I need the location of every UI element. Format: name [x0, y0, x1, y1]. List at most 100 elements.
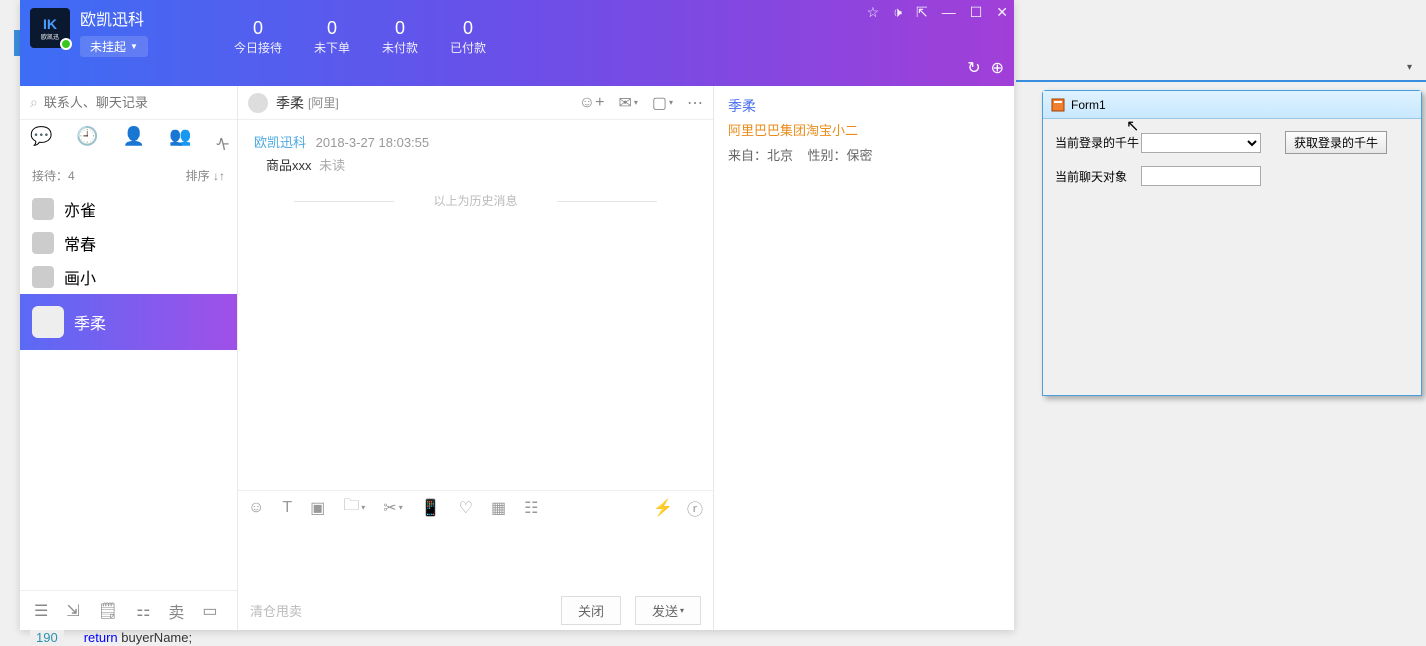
- scissors-icon[interactable]: ✂▾: [383, 498, 402, 518]
- message-content: 商品xxx 未读: [266, 155, 697, 174]
- maximize-icon[interactable]: ☐: [970, 4, 983, 21]
- folder-icon[interactable]: 🗀▾: [343, 494, 365, 521]
- label-current-login: 当前登录的千牛: [1055, 134, 1141, 151]
- avatar: [32, 306, 64, 338]
- sidebar-subrow: 接待：4 排序 ↓↑: [20, 163, 237, 192]
- search-row: ⌕: [20, 86, 237, 120]
- app-title: 欧凯迅科: [80, 6, 148, 30]
- info-meta: 来自：北京 性别：保密: [728, 145, 1000, 164]
- keyword: return: [84, 630, 118, 645]
- tab-chat-icon[interactable]: 💬: [30, 126, 52, 157]
- calc-icon[interactable]: ▦: [491, 498, 506, 518]
- sidebar-bottom-bar: ☰ ⇲ 🗒 ⚏ 卖 ▭: [20, 590, 237, 630]
- status-dropdown[interactable]: 未挂起 ▼: [80, 36, 148, 57]
- input-toolbar: ☺ T ▣ 🗀▾ ✂▾ 📱 ♡ ▦ ☷ ⚡ ⓡ: [238, 490, 713, 524]
- contact-name: 常春: [64, 231, 96, 255]
- status-label: 未挂起: [90, 38, 126, 55]
- message-time: 2018-3-27 18:03:55: [316, 135, 429, 150]
- tab-person-icon[interactable]: 👤: [123, 126, 145, 157]
- stat-noorder[interactable]: 0未下单: [314, 18, 350, 86]
- label-chat-target: 当前聊天对象: [1055, 168, 1141, 185]
- filter-tabs: 💬 🕘 👤 👥 ᠰ: [20, 120, 237, 163]
- close-button[interactable]: 关闭: [561, 596, 621, 625]
- heart-icon[interactable]: ♡: [459, 498, 473, 518]
- message-input-area: [238, 524, 713, 590]
- chat-app-window: IK欧凯迅 欧凯迅科 未挂起 ▼ 0今日接待 0未下单 0未付款 0已付款 ☆ …: [20, 0, 1014, 630]
- stat-paid[interactable]: 0已付款: [450, 18, 486, 86]
- volume-icon[interactable]: 🕩: [893, 4, 902, 21]
- tag-icon[interactable]: ⚏: [136, 601, 150, 621]
- search-icon: ⌕: [30, 94, 38, 111]
- stats-row: 0今日接待 0未下单 0未付款 0已付款: [218, 0, 502, 86]
- chat-contact-name: 季柔: [276, 93, 304, 113]
- chat-panel: 季柔 [阿里] ☺+ ✉▾ ▢▾ ⋯ 欧凯迅科 2018-3-27 18:03:…: [238, 86, 714, 630]
- get-login-button[interactable]: 获取登录的千牛: [1285, 131, 1387, 154]
- image-icon[interactable]: ▣: [310, 498, 325, 518]
- text-icon[interactable]: T: [282, 499, 292, 517]
- card-icon[interactable]: ☷: [524, 498, 538, 518]
- product-text: 商品xxx: [266, 158, 312, 173]
- minimize-icon[interactable]: —: [942, 4, 956, 21]
- form1-body: 当前登录的千牛 获取登录的千牛 当前聊天对象: [1043, 119, 1421, 210]
- line-number: 190: [30, 630, 64, 645]
- chat-contact-tag: [阿里]: [308, 94, 339, 111]
- mail-icon[interactable]: ✉▾: [618, 93, 637, 113]
- avatar: [32, 232, 54, 254]
- receiving-count: 接待：4: [32, 167, 75, 184]
- clipboard-icon[interactable]: 🗒: [98, 601, 118, 621]
- app-header: IK欧凯迅 欧凯迅科 未挂起 ▼ 0今日接待 0未下单 0未付款 0已付款 ☆ …: [20, 0, 1014, 86]
- send-button[interactable]: 发送▾: [635, 596, 701, 625]
- menu-icon[interactable]: ☰: [34, 601, 48, 621]
- chevron-down-icon: ▾: [680, 606, 684, 615]
- phone-icon[interactable]: 📱: [421, 498, 441, 518]
- window-icon[interactable]: ▭: [202, 601, 217, 621]
- contact-item-selected[interactable]: 季柔: [20, 294, 237, 350]
- contact-item[interactable]: 常春: [20, 226, 237, 260]
- robot-icon[interactable]: ⓡ: [687, 496, 703, 520]
- add-icon[interactable]: ⊕: [991, 58, 1004, 78]
- avatar: [32, 198, 54, 220]
- refresh-icon[interactable]: ↻: [967, 58, 980, 78]
- more-icon[interactable]: ⋯: [687, 93, 703, 113]
- code-editor-strip: 190 return buyerName;: [30, 630, 192, 645]
- contact-name: 亦雀: [64, 197, 96, 221]
- input-chat-target[interactable]: [1141, 166, 1261, 186]
- dropdown-triangle-icon[interactable]: ▾: [1407, 62, 1412, 73]
- avatar: [32, 266, 54, 288]
- chevron-down-icon: ▼: [130, 42, 138, 51]
- search-input[interactable]: [44, 95, 227, 110]
- title-block: 欧凯迅科 未挂起 ▼: [80, 0, 148, 86]
- contact-info-panel: 季柔 阿里巴巴集团淘宝小二 来自：北京 性别：保密: [714, 86, 1014, 630]
- close-icon[interactable]: ✕: [996, 4, 1008, 21]
- stat-unpaid[interactable]: 0未付款: [382, 18, 418, 86]
- export-icon[interactable]: ⇲: [66, 601, 79, 621]
- flash-icon[interactable]: ⚡: [653, 496, 673, 520]
- form1-titlebar[interactable]: Form1: [1043, 91, 1421, 119]
- stat-today[interactable]: 0今日接待: [234, 18, 282, 86]
- star-icon[interactable]: ☆: [867, 4, 880, 21]
- pin-icon[interactable]: ⇱: [916, 4, 928, 21]
- tab-org-icon[interactable]: ᠰ: [216, 126, 230, 157]
- form-row-chat-target: 当前聊天对象: [1055, 166, 1409, 186]
- tab-clock-icon[interactable]: 🕘: [76, 126, 98, 157]
- video-icon[interactable]: ▢▾: [652, 93, 673, 113]
- chat-messages: 欧凯迅科 2018-3-27 18:03:55 商品xxx 未读 以上为历史消息: [238, 120, 713, 490]
- unread-badge: 未读: [319, 158, 345, 173]
- chat-header-actions: ☺+ ✉▾ ▢▾ ⋯: [579, 93, 703, 113]
- dropdown-current-login[interactable]: [1141, 133, 1261, 153]
- info-name: 季柔: [728, 96, 1000, 116]
- contact-item[interactable]: 亦雀: [20, 192, 237, 226]
- from-value: 北京: [767, 148, 793, 163]
- sell-label[interactable]: 卖: [168, 599, 184, 623]
- message-sender: 欧凯迅科: [254, 135, 306, 150]
- window-controls: ☆ 🕩 ⇱ — ☐ ✕: [867, 4, 1008, 21]
- add-contact-icon[interactable]: ☺+: [579, 93, 605, 113]
- tab-group-icon[interactable]: 👥: [169, 126, 191, 157]
- sort-toggle[interactable]: 排序 ↓↑: [186, 167, 225, 184]
- message-block: 欧凯迅科 2018-3-27 18:03:55 商品xxx 未读: [254, 132, 697, 174]
- contact-item[interactable]: 画小: [20, 260, 237, 294]
- emoji-icon[interactable]: ☺: [248, 499, 264, 517]
- message-input[interactable]: [250, 532, 701, 582]
- form-row-login: 当前登录的千牛 获取登录的千牛: [1055, 131, 1409, 154]
- form1-title-text: Form1: [1071, 98, 1106, 112]
